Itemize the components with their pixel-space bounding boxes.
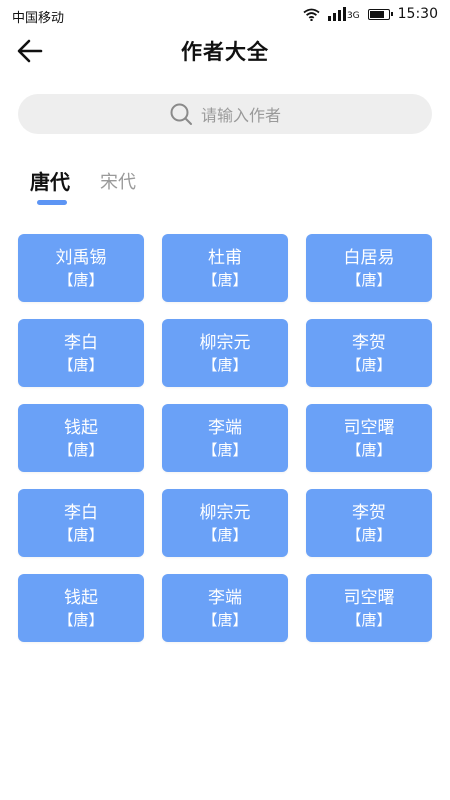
tab-tang[interactable]: 唐代 (30, 166, 70, 205)
author-card[interactable]: 刘禹锡 【唐】 (18, 234, 144, 302)
author-card[interactable]: 李贺 【唐】 (306, 319, 432, 387)
status-bar: 中国移动 3G 15:30 (0, 0, 450, 32)
clock: 15:30 (397, 6, 438, 22)
author-card[interactable]: 李白 【唐】 (18, 319, 144, 387)
dynasty-tabs: 唐代 宋代 (30, 166, 136, 205)
author-name: 白居易 (343, 248, 395, 268)
author-dynasty: 【唐】 (58, 611, 104, 629)
author-dynasty: 【唐】 (346, 271, 392, 289)
author-card[interactable]: 李端 【唐】 (162, 404, 288, 472)
carrier-name: 中国移动 (12, 11, 65, 26)
author-name: 柳宗元 (199, 333, 251, 353)
author-dynasty: 【唐】 (346, 356, 392, 374)
battery-icon (367, 8, 393, 20)
author-name: 李贺 (352, 333, 386, 353)
author-dynasty: 【唐】 (346, 441, 392, 459)
network-type: 3G (346, 11, 360, 21)
author-name: 李白 (64, 503, 98, 523)
author-card[interactable]: 司空曙 【唐】 (306, 404, 432, 472)
wifi-icon (303, 8, 320, 21)
author-dynasty: 【唐】 (202, 356, 248, 374)
author-name: 李白 (64, 333, 98, 353)
search-icon (170, 103, 192, 125)
author-dynasty: 【唐】 (58, 441, 104, 459)
author-grid: 刘禹锡 【唐】 杜甫 【唐】 白居易 【唐】 李白 【唐】 柳宗元 【唐】 李贺 【唐】 钱… (18, 234, 433, 642)
author-name: 刘禹锡 (55, 248, 107, 268)
author-dynasty: 【唐】 (346, 526, 392, 544)
author-name: 杜甫 (208, 248, 242, 268)
author-card[interactable]: 柳宗元 【唐】 (162, 489, 288, 557)
author-dynasty: 【唐】 (58, 271, 104, 289)
signal-icon (327, 7, 346, 21)
page-title: 作者大全 (181, 40, 269, 64)
tab-label: 唐代 (30, 170, 70, 194)
author-name: 李端 (208, 418, 242, 438)
search-input[interactable]: 请输入作者 (18, 94, 432, 134)
author-card[interactable]: 司空曙 【唐】 (306, 574, 432, 642)
author-card[interactable]: 李白 【唐】 (18, 489, 144, 557)
author-card[interactable]: 白居易 【唐】 (306, 234, 432, 302)
author-card[interactable]: 李贺 【唐】 (306, 489, 432, 557)
author-dynasty: 【唐】 (202, 271, 248, 289)
author-card[interactable]: 钱起 【唐】 (18, 404, 144, 472)
author-name: 李贺 (352, 503, 386, 523)
author-dynasty: 【唐】 (202, 611, 248, 629)
author-card[interactable]: 钱起 【唐】 (18, 574, 144, 642)
author-name: 钱起 (64, 588, 98, 608)
author-dynasty: 【唐】 (202, 441, 248, 459)
author-dynasty: 【唐】 (202, 526, 248, 544)
cellular-signal: 3G (327, 7, 360, 21)
author-card[interactable]: 柳宗元 【唐】 (162, 319, 288, 387)
tab-song[interactable]: 宋代 (100, 168, 136, 195)
status-icons: 3G 15:30 (303, 6, 438, 22)
tab-label: 宋代 (100, 172, 136, 193)
header: 作者大全 (0, 32, 450, 72)
author-card[interactable]: 杜甫 【唐】 (162, 234, 288, 302)
active-tab-indicator (37, 200, 67, 205)
author-name: 柳宗元 (199, 503, 251, 523)
author-dynasty: 【唐】 (58, 356, 104, 374)
author-name: 李端 (208, 588, 242, 608)
author-dynasty: 【唐】 (58, 526, 104, 544)
author-name: 钱起 (64, 418, 98, 438)
search-placeholder: 请输入作者 (200, 106, 281, 125)
author-card[interactable]: 李端 【唐】 (162, 574, 288, 642)
author-name: 司空曙 (343, 588, 395, 608)
author-dynasty: 【唐】 (346, 611, 392, 629)
author-name: 司空曙 (343, 418, 395, 438)
